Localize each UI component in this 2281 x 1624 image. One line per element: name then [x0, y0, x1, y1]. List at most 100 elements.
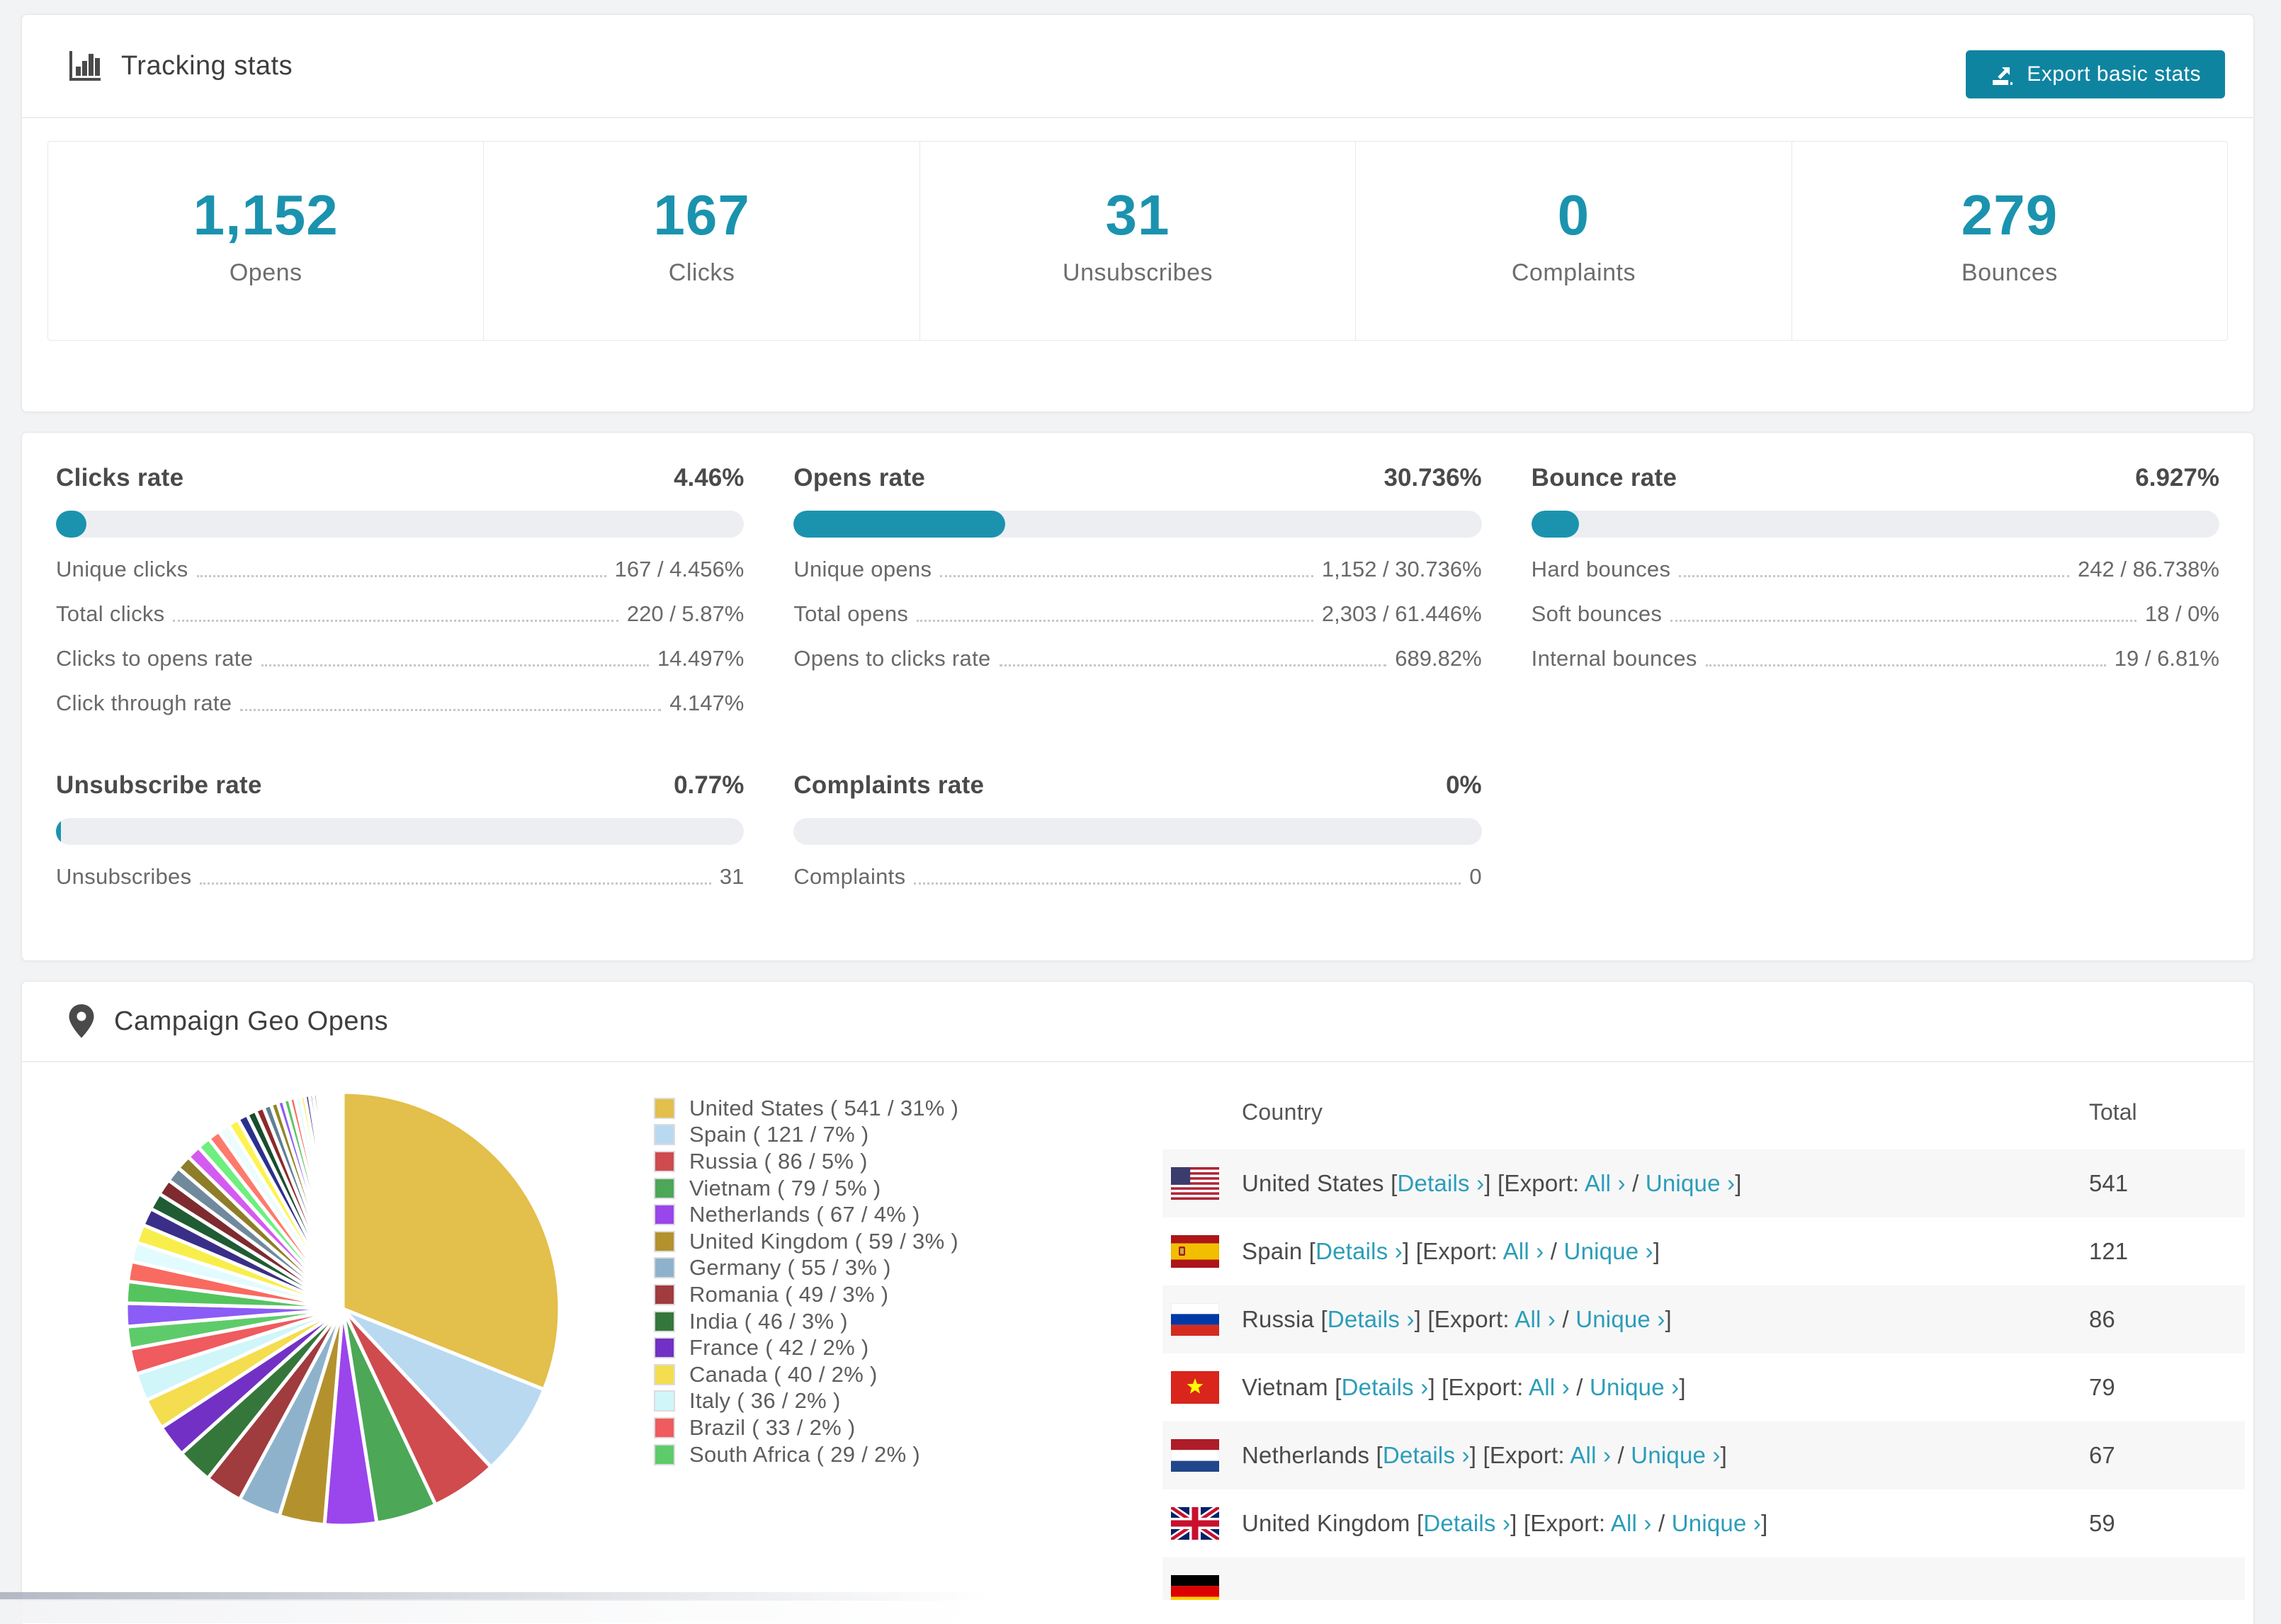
rate-value: 30.736%: [1383, 464, 1482, 492]
country-cell: Vietnam [Details ›] [Export: All › / Uni…: [1242, 1374, 1686, 1400]
summary-row: 1,152 Opens 167 Clicks 31 Unsubscribes 0 Compla…: [47, 141, 2228, 341]
rate-block-header: Bounce rate 6.927%: [1532, 464, 2219, 492]
legend-item[interactable]: Russia ( 86 / 5% ): [654, 1148, 958, 1175]
export-all-link[interactable]: All ›: [1503, 1238, 1544, 1264]
country-flag-icon-ru: [1170, 1302, 1220, 1336]
export-all-link[interactable]: All ›: [1529, 1374, 1570, 1400]
legend-swatch: [654, 1390, 675, 1412]
rate-row-value: 14.497%: [657, 646, 745, 671]
rate-title: Bounce rate: [1531, 464, 1677, 492]
legend-item[interactable]: United States ( 541 / 31% ): [654, 1095, 958, 1122]
details-link[interactable]: Details ›: [1383, 1442, 1470, 1468]
rate-row-label: Opens to clicks rate: [793, 646, 991, 671]
export-all-link[interactable]: All ›: [1585, 1170, 1626, 1196]
legend-item[interactable]: Netherlands ( 67 / 4% ): [654, 1201, 958, 1228]
details-link[interactable]: Details ›: [1423, 1510, 1510, 1536]
summary-value: 0: [1557, 183, 1590, 246]
rate-row: Unique clicks 167 / 4.456%: [56, 557, 744, 582]
rate-row-value: 0: [1469, 864, 1482, 889]
rate-row-leader: [917, 620, 1313, 622]
column-header-country: Country: [1242, 1099, 1323, 1125]
total-cell: 79: [2089, 1374, 2115, 1400]
export-all-link[interactable]: All ›: [1515, 1306, 1556, 1332]
country-cell: United Kingdom [Details ›] [Export: All …: [1242, 1510, 1768, 1536]
rate-row-leader: [1705, 664, 2106, 666]
summary-value: 1,152: [193, 183, 339, 246]
rate-row: Internal bounces 19 / 6.81%: [1532, 646, 2219, 671]
country-flag-icon-de: [1170, 1574, 1220, 1600]
legend-label: Spain ( 121 / 7% ): [689, 1122, 869, 1147]
rate-row-label: Clicks to opens rate: [56, 646, 254, 671]
rate-row-label: Click through rate: [56, 691, 232, 715]
country-flag-icon-vn: [1170, 1370, 1220, 1404]
export-unique-link[interactable]: Unique ›: [1646, 1170, 1735, 1196]
rate-row-value: 2,303 / 61.446%: [1321, 601, 1482, 626]
export-basic-stats-button[interactable]: Export basic stats: [1966, 50, 2225, 98]
rate-row: Unique opens 1,152 / 30.736%: [793, 557, 1481, 582]
legend-item[interactable]: Brazil ( 33 / 2% ): [654, 1414, 958, 1441]
legend-label: United Kingdom ( 59 / 3% ): [689, 1228, 958, 1254]
rate-row-value: 31: [719, 864, 745, 889]
legend-item[interactable]: Canada ( 40 / 2% ): [654, 1361, 958, 1388]
summary-label: Complaints: [1511, 259, 1636, 286]
legend-swatch: [654, 1230, 675, 1252]
rate-row-leader: [200, 882, 711, 885]
export-all-link[interactable]: All ›: [1611, 1510, 1652, 1536]
rate-title: Opens rate: [793, 464, 926, 492]
details-link[interactable]: Details ›: [1315, 1238, 1403, 1264]
legend-item[interactable]: South Africa ( 29 / 2% ): [654, 1441, 958, 1468]
legend-swatch: [654, 1097, 675, 1119]
table-row: Russia [Details ›] [Export: All › / Uniq…: [1162, 1285, 2245, 1353]
rate-row-leader: [173, 620, 618, 622]
bottom-scroll-fade: [0, 1599, 1126, 1623]
rate-value: 0.77%: [674, 771, 745, 799]
legend-item[interactable]: France ( 42 / 2% ): [654, 1334, 958, 1361]
legend-item[interactable]: Vietnam ( 79 / 5% ): [654, 1175, 958, 1202]
summary-cell: 0 Complaints: [1356, 142, 1792, 340]
progress-fill: [793, 511, 1005, 538]
progress-bar: [1531, 511, 2219, 538]
export-all-link[interactable]: All ›: [1570, 1442, 1611, 1468]
legend-swatch: [654, 1337, 675, 1359]
legend-label: Brazil ( 33 / 2% ): [689, 1414, 856, 1440]
rate-value: 4.46%: [674, 464, 745, 492]
details-link[interactable]: Details ›: [1328, 1306, 1415, 1332]
rate-block: Unsubscribe rate 0.77% Unsubscribes 31: [56, 771, 745, 890]
rate-row-leader: [1679, 575, 2070, 577]
country-cell: Spain [Details ›] [Export: All › / Uniqu…: [1242, 1238, 1660, 1264]
map-pin-icon: [67, 1003, 96, 1040]
progress-fill: [1531, 511, 1579, 538]
rate-row: Click through rate 4.147%: [56, 691, 744, 716]
rate-row-leader: [940, 575, 1313, 577]
legend-item[interactable]: United Kingdom ( 59 / 3% ): [654, 1228, 958, 1255]
export-unique-link[interactable]: Unique ›: [1672, 1510, 1761, 1536]
export-icon: [1990, 62, 2015, 87]
legend-item[interactable]: Romania ( 49 / 3% ): [654, 1281, 958, 1308]
rate-row-leader: [1670, 620, 2136, 622]
legend-label: Vietnam ( 79 / 5% ): [689, 1175, 881, 1200]
rate-row-value: 1,152 / 30.736%: [1321, 557, 1482, 581]
rate-row-label: Unique clicks: [56, 557, 188, 581]
legend-item[interactable]: India ( 46 / 3% ): [654, 1308, 958, 1335]
summary-label: Bounces: [1961, 259, 2058, 286]
country-flag-icon-us: [1170, 1166, 1220, 1200]
details-link[interactable]: Details ›: [1342, 1374, 1429, 1400]
total-cell: 86: [2089, 1306, 2115, 1332]
summary-cell: 31 Unsubscribes: [920, 142, 1357, 340]
legend-item[interactable]: Spain ( 121 / 7% ): [654, 1122, 958, 1149]
rate-title: Unsubscribe rate: [56, 771, 262, 799]
legend-item[interactable]: Italy ( 36 / 2% ): [654, 1388, 958, 1415]
legend-label: India ( 46 / 3% ): [689, 1308, 848, 1334]
export-unique-link[interactable]: Unique ›: [1631, 1442, 1720, 1468]
progress-bar: [56, 818, 745, 845]
rate-block: Clicks rate 4.46% Unique clicks 167 / 4.456…: [56, 464, 745, 716]
export-unique-link[interactable]: Unique ›: [1564, 1238, 1653, 1264]
details-link[interactable]: Details ›: [1397, 1170, 1484, 1196]
legend-item[interactable]: Germany ( 55 / 3% ): [654, 1255, 958, 1282]
pie-slice[interactable]: [340, 1090, 345, 1311]
rate-title: Clicks rate: [56, 464, 184, 492]
export-unique-link[interactable]: Unique ›: [1590, 1374, 1679, 1400]
summary-label: Clicks: [668, 259, 735, 286]
export-unique-link[interactable]: Unique ›: [1575, 1306, 1665, 1332]
card-campaign-geo-opens: Campaign Geo Opens United States ( 541 /…: [21, 981, 2254, 1624]
